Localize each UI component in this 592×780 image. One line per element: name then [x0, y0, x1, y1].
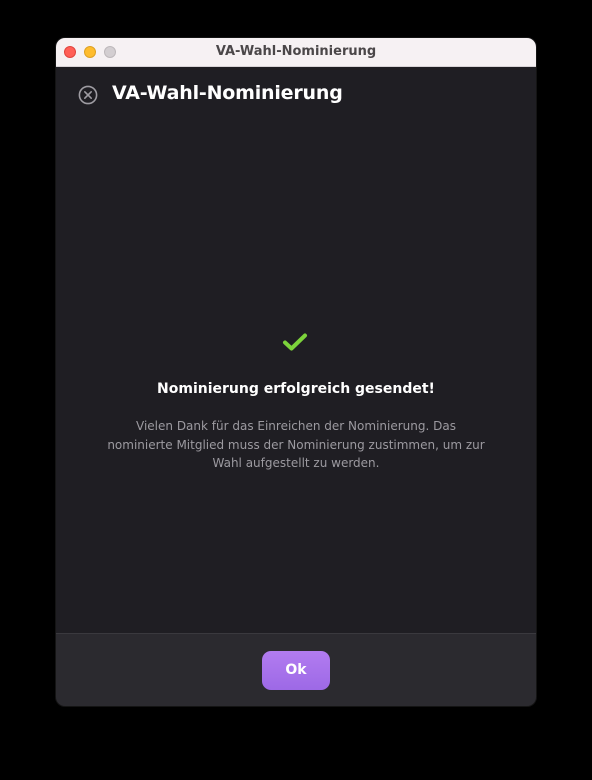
ok-button[interactable]: Ok	[262, 651, 330, 690]
dialog-footer: Ok	[56, 633, 536, 706]
dialog-title: VA-Wahl-Nominierung	[112, 82, 343, 104]
success-description: Vielen Dank für das Einreichen der Nomin…	[107, 419, 485, 470]
title-bar[interactable]: VA-Wahl-Nominierung	[56, 38, 536, 67]
checkmark-icon	[282, 332, 308, 352]
success-heading: Nominierung erfolgreich gesendet!	[157, 381, 435, 397]
window-title: VA-Wahl-Nominierung	[215, 44, 377, 59]
close-circle-icon[interactable]	[78, 85, 98, 105]
dialog-content: VA-Wahl-Nominierung Nominierung erfolgre…	[56, 67, 536, 633]
app-window: VA-Wahl-Nominierung VA-Wahl-Nominierung …	[56, 38, 536, 706]
